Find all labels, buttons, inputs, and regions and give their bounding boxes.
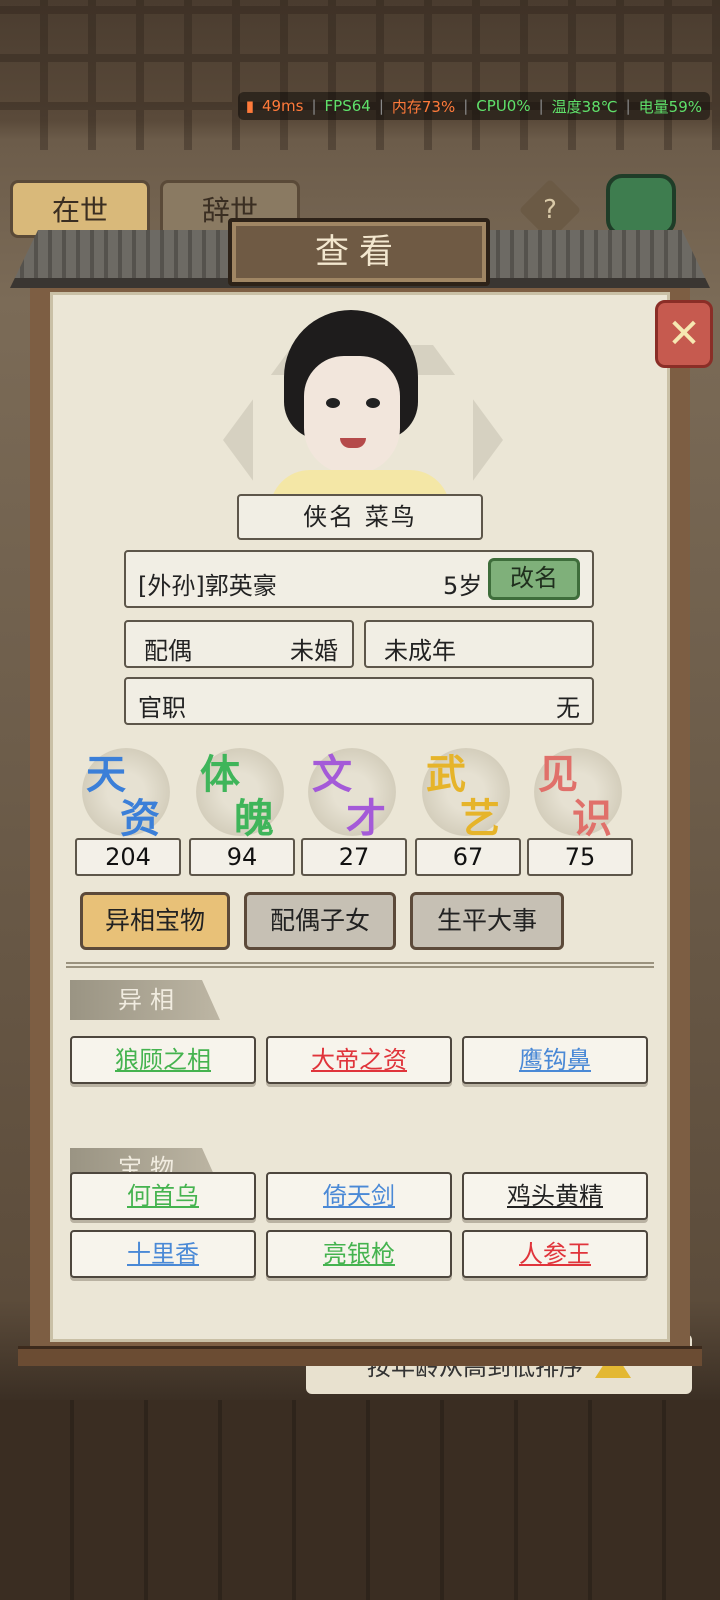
back-button[interactable] xyxy=(606,174,676,236)
item-button[interactable]: 鹰钩鼻 xyxy=(462,1036,648,1084)
item-button[interactable]: 鸡头黄精 xyxy=(462,1172,648,1220)
performance-status-bar: ▮ 49ms | FPS64 | 内存73% | CPU0% | 温度38℃ | 电量59… xyxy=(237,92,710,120)
character-name: [外孙]郭英豪 xyxy=(138,572,277,600)
item-button[interactable]: 倚天剑 xyxy=(266,1172,452,1220)
dialog-title: 查看 xyxy=(315,232,403,272)
tab-spouse-children[interactable]: 配偶子女 xyxy=(244,892,396,950)
memory-text: 内存73% xyxy=(391,97,456,116)
tab-features-treasures[interactable]: 异相宝物 xyxy=(80,892,230,950)
stat-name-second-char: 艺 xyxy=(460,795,500,842)
item-button[interactable]: 何首乌 xyxy=(70,1172,256,1220)
stat-name-second-char: 识 xyxy=(572,795,612,842)
stat-value: 94 xyxy=(189,838,295,876)
temperature-text: 温度38℃ xyxy=(551,97,618,116)
spouse-box: 配偶 未婚 xyxy=(124,620,354,668)
stat-name-second-char: 才 xyxy=(346,795,386,842)
character-portrait xyxy=(270,310,450,510)
window-lattice xyxy=(0,0,720,150)
item-button[interactable]: 亮银枪 xyxy=(266,1230,452,1278)
stat-name-second-char: 魄 xyxy=(234,795,274,842)
stat-emblem: 文才 xyxy=(302,742,402,842)
office-value: 无 xyxy=(556,694,580,722)
features-section-title: 异相 xyxy=(70,980,220,1020)
item-button[interactable]: 大帝之资 xyxy=(266,1036,452,1084)
adult-status-box: 未成年 xyxy=(364,620,594,668)
character-age: 5岁 xyxy=(443,572,483,600)
tab-alive[interactable]: 在世 xyxy=(10,180,150,238)
fps-text: FPS64 xyxy=(324,97,371,115)
dialog-base xyxy=(18,1346,702,1366)
adult-status: 未成年 xyxy=(384,637,456,665)
divider xyxy=(66,962,654,968)
close-button[interactable]: ✕ xyxy=(655,300,713,368)
stat-value: 75 xyxy=(527,838,633,876)
battery-text: 电量59% xyxy=(638,97,702,116)
item-button[interactable]: 人参王 xyxy=(462,1230,648,1278)
item-button[interactable]: 十里香 xyxy=(70,1230,256,1278)
stat-emblem: 见识 xyxy=(528,742,628,842)
stat-emblem: 天资 xyxy=(76,742,176,842)
stat-emblem: 武艺 xyxy=(416,742,516,842)
stat-value: 27 xyxy=(301,838,407,876)
signal-icon: ▮ xyxy=(245,97,254,115)
stat-value: 67 xyxy=(415,838,521,876)
hero-name-bar: 侠名 菜鸟 xyxy=(237,494,483,540)
rename-button[interactable]: 改名 xyxy=(488,558,580,600)
close-icon: ✕ xyxy=(667,311,701,357)
item-button[interactable]: 狼顾之相 xyxy=(70,1036,256,1084)
stat-name-second-char: 资 xyxy=(120,795,160,842)
character-info-row: [外孙]郭英豪 5岁 改名 xyxy=(124,550,594,608)
office-box: 官职 无 xyxy=(124,677,594,725)
floor xyxy=(0,1400,720,1600)
dialog-title-plate: 查看 xyxy=(228,218,490,286)
spouse-value: 未婚 xyxy=(290,637,338,665)
office-label: 官职 xyxy=(138,694,186,722)
cpu-text: CPU0% xyxy=(476,97,531,115)
stat-emblem: 体魄 xyxy=(190,742,290,842)
ping-text: 49ms xyxy=(261,97,304,115)
stat-value: 204 xyxy=(75,838,181,876)
spouse-label: 配偶 xyxy=(144,637,192,665)
tab-life-events[interactable]: 生平大事 xyxy=(410,892,564,950)
